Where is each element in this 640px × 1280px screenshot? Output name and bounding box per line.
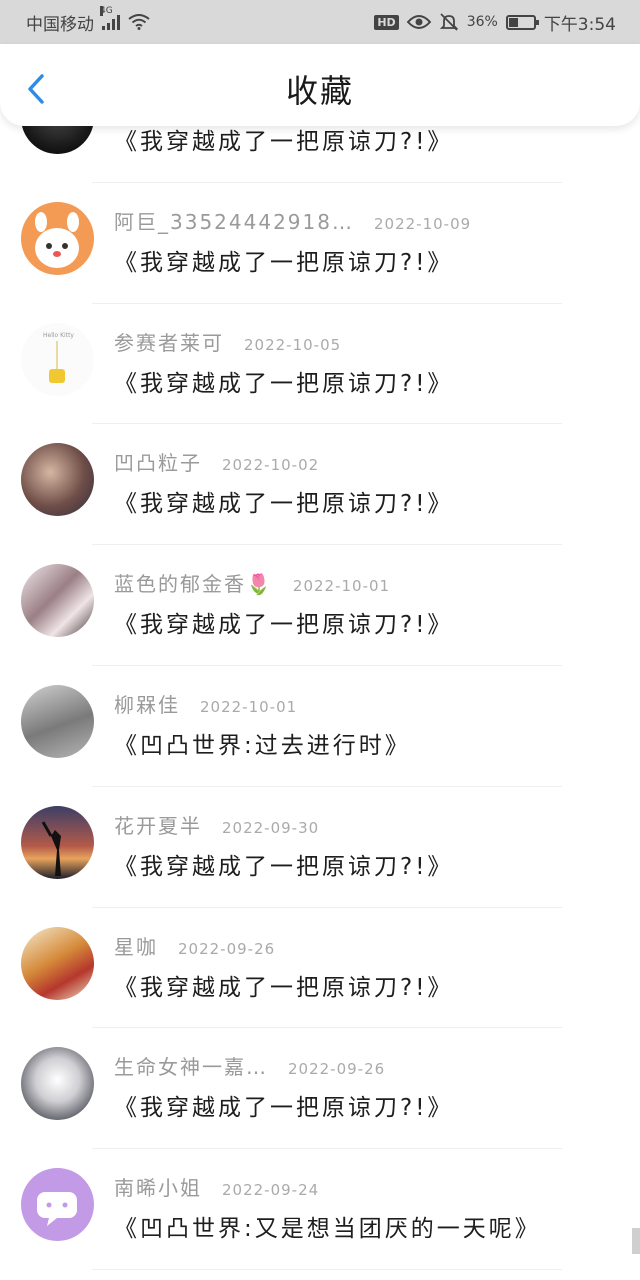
signal-icon: 4G xyxy=(100,6,120,30)
user-name[interactable]: 蓝色的郁金香🌷 xyxy=(114,568,273,597)
list-item[interactable]: 星咖 2022-09-26 《我穿越成了一把原谅刀?!》 xyxy=(0,908,640,1029)
carrier-label: 中国移动 xyxy=(26,14,94,35)
work-title[interactable]: 《凹凸世界:又是想当团厌的一天呢》 xyxy=(114,1209,541,1243)
list-item[interactable]: 阿巨_33524442918… 2022-10-09 《我穿越成了一把原谅刀?!》 xyxy=(0,183,640,304)
favorites-list: 《我穿越成了一把原谅刀?!》 阿巨_33524442918… 2022-10-09 《… xyxy=(0,62,640,1270)
avatar[interactable] xyxy=(21,201,94,275)
hd-icon: HD xyxy=(374,14,399,30)
list-item[interactable]: 南晞小姐 2022-09-24 《凹凸世界:又是想当团厌的一天呢》 xyxy=(0,1149,640,1270)
list-item[interactable]: 柳槑佳 2022-10-01 《凹凸世界:过去进行时》 xyxy=(0,666,640,787)
work-title[interactable]: 《我穿越成了一把原谅刀?!》 xyxy=(114,364,453,398)
user-name[interactable]: 柳槑佳 xyxy=(114,689,180,718)
battery-icon xyxy=(505,14,539,30)
item-meta: 蓝色的郁金香🌷 2022-10-01 xyxy=(114,568,390,597)
work-title[interactable]: 《我穿越成了一把原谅刀?!》 xyxy=(114,1088,453,1122)
avatar[interactable] xyxy=(21,805,94,879)
work-title[interactable]: 《我穿越成了一把原谅刀?!》 xyxy=(114,968,453,1002)
battery-percent: 36% xyxy=(466,14,498,30)
item-date: 2022-10-01 xyxy=(292,577,391,596)
user-name[interactable]: 参赛者莱可 xyxy=(114,327,224,356)
status-left: 中国移动 4G xyxy=(26,6,150,35)
item-meta: 花开夏半 2022-09-30 xyxy=(114,810,319,839)
status-bar: 中国移动 4G HD 36% 下午3:54 xyxy=(0,0,640,44)
clock: 下午3:54 xyxy=(543,14,616,35)
item-meta: 凹凸粒子 2022-10-02 xyxy=(114,447,319,476)
item-meta: 柳槑佳 2022-10-01 xyxy=(114,689,297,718)
avatar[interactable] xyxy=(21,443,94,517)
user-name[interactable]: 南晞小姐 xyxy=(114,1172,202,1201)
avatar[interactable] xyxy=(21,926,94,1000)
user-name[interactable]: 花开夏半 xyxy=(114,810,202,839)
user-name[interactable]: 星咖 xyxy=(114,931,158,960)
scroll-indicator xyxy=(632,1228,640,1254)
item-date: 2022-09-26 xyxy=(288,1060,386,1079)
wifi-icon xyxy=(128,14,150,30)
list-item[interactable]: Hello Kitty 参赛者莱可 2022-10-05 《我穿越成了一把原谅刀?!》 xyxy=(0,304,640,425)
header-bar: 收藏 xyxy=(0,44,640,126)
item-meta: 参赛者莱可 2022-10-05 xyxy=(114,327,341,356)
avatar[interactable] xyxy=(21,564,94,638)
work-title[interactable]: 《凹凸世界:过去进行时》 xyxy=(114,726,411,760)
user-name[interactable]: 生命女神一嘉… xyxy=(114,1051,268,1080)
avatar[interactable] xyxy=(21,1168,94,1242)
list-item[interactable]: 花开夏半 2022-09-30 《我穿越成了一把原谅刀?!》 xyxy=(0,787,640,908)
avatar[interactable] xyxy=(21,684,94,758)
item-date: 2022-09-30 xyxy=(222,818,320,837)
item-meta: 生命女神一嘉… 2022-09-26 xyxy=(114,1051,385,1080)
item-date: 2022-10-09 xyxy=(373,214,472,233)
divider xyxy=(92,1268,562,1270)
item-date: 2022-10-05 xyxy=(244,335,342,354)
item-date: 2022-09-24 xyxy=(222,1181,320,1200)
item-date: 2022-10-01 xyxy=(200,697,298,716)
page-title: 收藏 xyxy=(285,72,354,110)
eye-icon xyxy=(406,14,431,30)
battery-level xyxy=(508,17,519,27)
avatar[interactable] xyxy=(21,1047,94,1121)
list-item[interactable]: 蓝色的郁金香🌷 2022-10-01 《我穿越成了一把原谅刀?!》 xyxy=(0,545,640,666)
network-type-label: 4G xyxy=(100,6,113,16)
item-meta: 星咖 2022-09-26 xyxy=(114,931,275,960)
item-meta: 阿巨_33524442918… 2022-10-09 xyxy=(114,206,471,235)
item-meta: 南晞小姐 2022-09-24 xyxy=(114,1172,319,1201)
item-date: 2022-09-26 xyxy=(178,939,276,958)
list-item[interactable]: 凹凸粒子 2022-10-02 《我穿越成了一把原谅刀?!》 xyxy=(0,424,640,546)
work-title[interactable]: 《我穿越成了一把原谅刀?!》 xyxy=(114,847,453,881)
avatar[interactable]: Hello Kitty xyxy=(21,322,94,396)
work-title[interactable]: 《我穿越成了一把原谅刀?!》 xyxy=(114,484,453,518)
list-item[interactable]: 生命女神一嘉… 2022-09-26 《我穿越成了一把原谅刀?!》 xyxy=(0,1028,640,1150)
work-title[interactable]: 《我穿越成了一把原谅刀?!》 xyxy=(114,605,453,639)
item-date: 2022-10-02 xyxy=(222,456,320,475)
work-title[interactable]: 《我穿越成了一把原谅刀?!》 xyxy=(114,122,453,156)
status-right: HD 36% 下午3:54 xyxy=(374,10,616,35)
bell-off-icon xyxy=(439,13,459,31)
user-name[interactable]: 阿巨_33524442918… xyxy=(114,206,354,235)
svg-text:Hello Kitty: Hello Kitty xyxy=(43,332,74,339)
work-title[interactable]: 《我穿越成了一把原谅刀?!》 xyxy=(114,243,453,277)
user-name[interactable]: 凹凸粒子 xyxy=(114,447,202,476)
